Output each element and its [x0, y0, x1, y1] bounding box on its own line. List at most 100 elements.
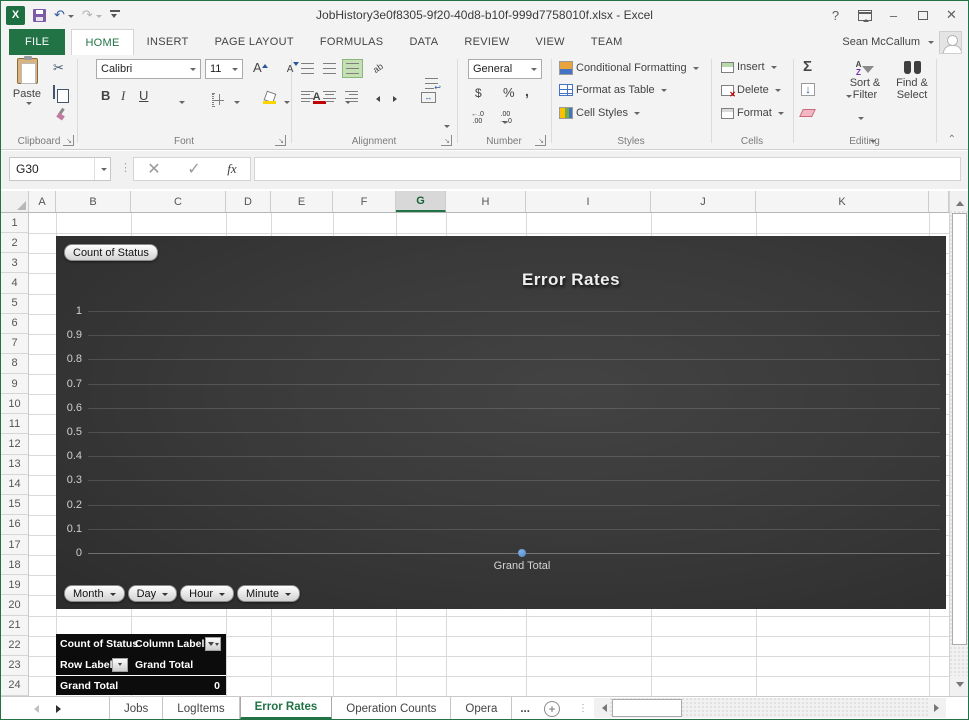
- fill-dropdown-icon[interactable]: [858, 117, 864, 123]
- ribbon-display-options-button[interactable]: [850, 2, 879, 28]
- align-center-icon[interactable]: [323, 91, 336, 102]
- help-button[interactable]: ?: [821, 2, 850, 28]
- row-header-24[interactable]: 24: [1, 676, 28, 696]
- insert-cells-button[interactable]: Insert: [721, 61, 777, 73]
- wrap-text-icon[interactable]: ↩: [425, 78, 438, 89]
- close-button[interactable]: ✕: [937, 2, 966, 28]
- borders-icon[interactable]: [212, 93, 214, 107]
- row-header-19[interactable]: 19: [1, 575, 28, 595]
- autosum-button[interactable]: Σ: [803, 60, 812, 74]
- column-header-A[interactable]: A: [29, 191, 56, 212]
- vscroll-up-icon[interactable]: [950, 191, 969, 211]
- row-labels-filter-button[interactable]: [112, 658, 128, 672]
- font-name-combo[interactable]: Calibri: [96, 59, 201, 79]
- currency-format-button[interactable]: $: [475, 86, 482, 100]
- name-box[interactable]: G30: [9, 157, 111, 181]
- grow-font-button[interactable]: A: [253, 60, 262, 75]
- sheet-tab-error-rates[interactable]: Error Rates: [240, 697, 333, 720]
- undo-button[interactable]: ↶: [54, 6, 74, 24]
- top-align-icon[interactable]: [301, 63, 314, 74]
- row-header-4[interactable]: 4: [1, 273, 28, 293]
- tab-review[interactable]: REVIEW: [451, 29, 522, 55]
- sheet-tab-logitems[interactable]: LogItems: [163, 697, 239, 720]
- row-header-1[interactable]: 1: [1, 213, 28, 233]
- delete-cells-button[interactable]: Delete: [721, 84, 781, 96]
- row-header-15[interactable]: 15: [1, 495, 28, 515]
- sort-filter-button[interactable]: AZ Sort & Filter: [843, 61, 887, 101]
- column-header-K[interactable]: K: [756, 191, 929, 212]
- percent-format-button[interactable]: %: [503, 85, 515, 100]
- row-header-8[interactable]: 8: [1, 354, 28, 374]
- increase-indent-icon[interactable]: [393, 93, 400, 105]
- decrease-decimal-icon[interactable]: .00 →.0: [499, 111, 512, 125]
- align-left-icon[interactable]: [301, 91, 314, 102]
- field-button-month[interactable]: Month: [64, 585, 125, 602]
- column-header-I[interactable]: I: [526, 191, 651, 212]
- orientation-icon[interactable]: ab: [371, 61, 385, 75]
- comma-format-button[interactable]: ,: [525, 83, 529, 99]
- row-header-9[interactable]: 9: [1, 374, 28, 394]
- row-header-5[interactable]: 5: [1, 294, 28, 314]
- vscroll-down-icon[interactable]: [950, 676, 969, 696]
- fill-color-dropdown-icon[interactable]: [284, 101, 290, 107]
- minimize-button[interactable]: –: [879, 2, 908, 28]
- vertical-scrollbar[interactable]: [949, 191, 969, 696]
- underline-button[interactable]: U: [139, 88, 148, 103]
- merge-center-dropdown-icon[interactable]: [444, 125, 450, 131]
- font-dialog-launcher[interactable]: [275, 135, 286, 146]
- row-header-22[interactable]: 22: [1, 636, 28, 656]
- column-header-F[interactable]: F: [333, 191, 396, 212]
- format-cells-button[interactable]: Format: [721, 107, 784, 119]
- sheet-tabs-overflow[interactable]: ...: [512, 697, 538, 720]
- conditional-formatting-button[interactable]: Conditional Formatting: [559, 61, 699, 75]
- value-field-button[interactable]: Count of Status: [64, 244, 158, 261]
- column-header-B[interactable]: B: [56, 191, 131, 212]
- column-header-H[interactable]: H: [446, 191, 526, 212]
- field-button-day[interactable]: Day: [128, 585, 178, 602]
- hscroll-thumb[interactable]: [612, 699, 682, 717]
- column-header-partial[interactable]: [929, 191, 949, 212]
- column-header-J[interactable]: J: [651, 191, 756, 212]
- borders-dropdown-icon[interactable]: [234, 101, 240, 107]
- sheet-tab-opera[interactable]: Opera: [451, 697, 512, 720]
- find-select-button[interactable]: Find & Select: [891, 61, 933, 101]
- user-area[interactable]: Sean McCallum: [842, 29, 962, 55]
- tab-insert[interactable]: INSERT: [134, 29, 202, 55]
- field-button-hour[interactable]: Hour: [180, 585, 234, 602]
- paste-button[interactable]: Paste: [6, 58, 48, 130]
- sheet-nav-right-icon[interactable]: [47, 697, 73, 720]
- increase-decimal-icon[interactable]: ←.0 .00: [471, 111, 484, 125]
- sheet-tab-operation-counts[interactable]: Operation Counts: [332, 697, 451, 720]
- row-header-13[interactable]: 13: [1, 455, 28, 475]
- horizontal-scrollbar[interactable]: [594, 698, 946, 718]
- sheet-nav-left-icon[interactable]: [21, 697, 47, 720]
- alignment-dialog-launcher[interactable]: [441, 135, 452, 146]
- formula-bar-splitter[interactable]: ⋮: [120, 161, 132, 174]
- bottom-align-icon-selected[interactable]: [342, 59, 363, 78]
- row-header-18[interactable]: 18: [1, 555, 28, 575]
- row-header-21[interactable]: 21: [1, 616, 28, 636]
- number-dialog-launcher[interactable]: [535, 135, 546, 146]
- select-all-corner[interactable]: [1, 191, 29, 212]
- hscroll-left-icon[interactable]: [594, 698, 610, 718]
- clipboard-dialog-launcher[interactable]: [63, 135, 74, 146]
- row-header-6[interactable]: 6: [1, 314, 28, 334]
- field-button-minute[interactable]: Minute: [237, 585, 300, 602]
- pivot-table[interactable]: Count of Status Column Labels Row Labels…: [56, 634, 226, 695]
- underline-dropdown-icon[interactable]: [179, 101, 185, 107]
- copy-icon[interactable]: [53, 85, 55, 99]
- vscroll-thumb[interactable]: [952, 213, 967, 645]
- add-sheet-button[interactable]: +: [544, 701, 560, 717]
- row-header-23[interactable]: 23: [1, 656, 28, 676]
- column-header-E[interactable]: E: [271, 191, 333, 212]
- column-header-C[interactable]: C: [131, 191, 226, 212]
- row-header-14[interactable]: 14: [1, 475, 28, 495]
- cut-icon[interactable]: [53, 60, 64, 76]
- pivot-chart[interactable]: Count of Status Error Rates 10.90.80.70.…: [56, 236, 946, 609]
- column-header-D[interactable]: D: [226, 191, 271, 212]
- formula-input[interactable]: [254, 157, 961, 181]
- bold-button[interactable]: B: [101, 88, 110, 103]
- cell-styles-button[interactable]: Cell Styles: [559, 107, 640, 119]
- align-right-icon[interactable]: [345, 91, 358, 102]
- cancel-formula-icon[interactable]: ✕: [147, 159, 160, 179]
